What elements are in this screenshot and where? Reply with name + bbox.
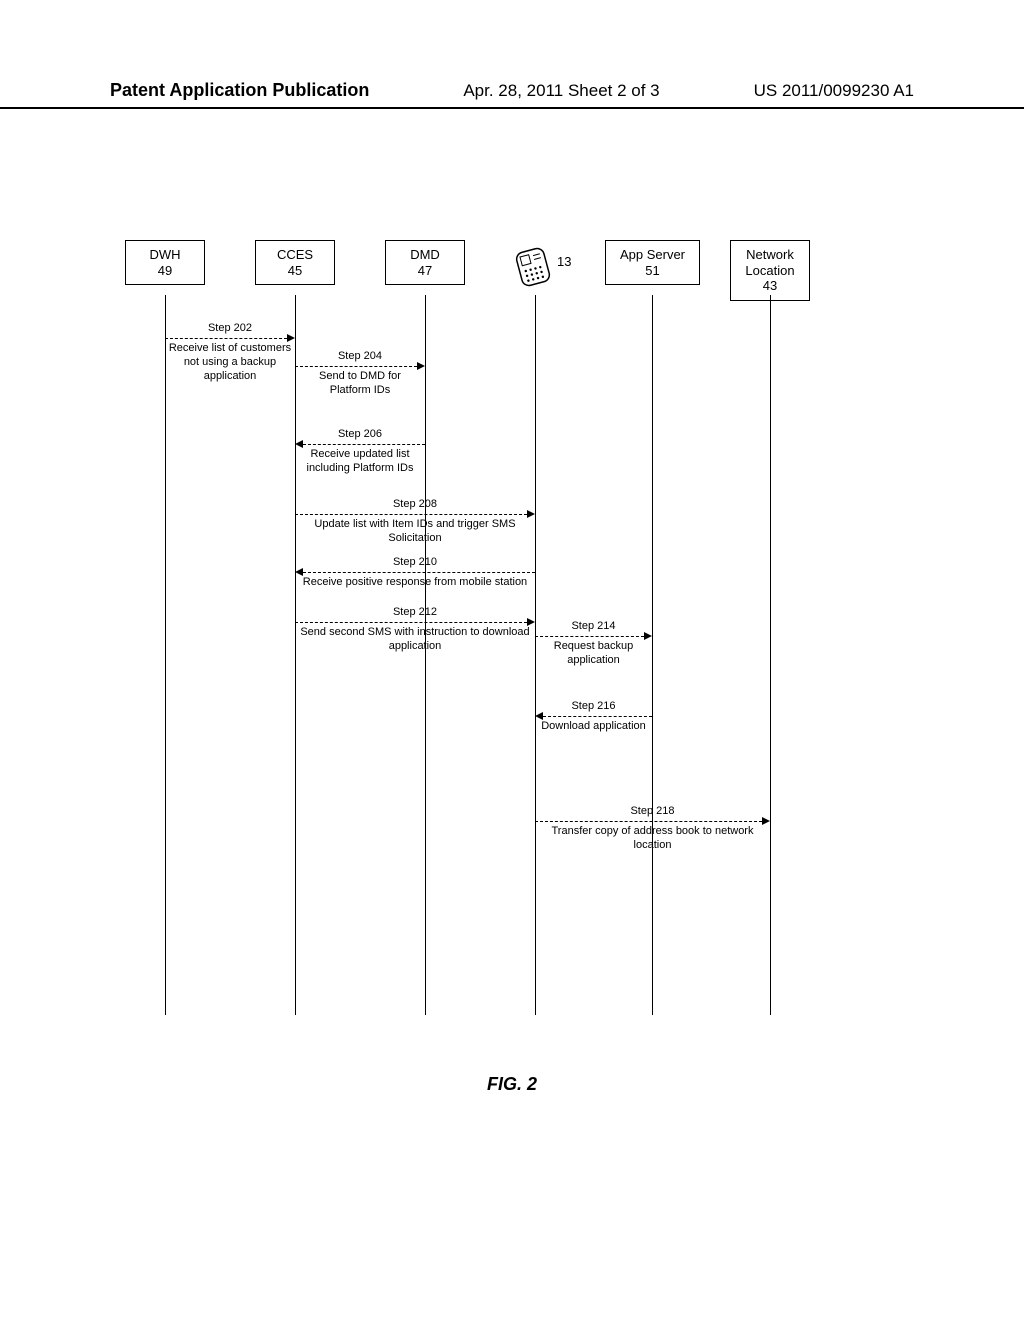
actor-cces-name: CCES — [260, 247, 330, 263]
actor-phone-id: 13 — [557, 254, 571, 269]
actor-dmd: DMD 47 — [385, 240, 465, 285]
step-218-title: Step 218 — [630, 805, 674, 819]
page: Patent Application Publication Apr. 28, … — [0, 0, 1024, 1320]
actor-app-server-id: 51 — [610, 263, 695, 279]
step-214: Step 214 Request backup application — [535, 620, 652, 636]
actor-app-server-name: App Server — [610, 247, 695, 263]
lifeline-dwh — [165, 295, 166, 1015]
step-218-desc: Transfer copy of address book to network… — [535, 825, 770, 853]
step-218: Step 218 Transfer copy of address book t… — [535, 805, 770, 821]
lifeline-dmd — [425, 295, 426, 1015]
page-header: Patent Application Publication Apr. 28, … — [0, 80, 1024, 109]
actor-dwh: DWH 49 — [125, 240, 205, 285]
actor-dmd-id: 47 — [390, 263, 460, 279]
step-206: Step 206 Receive updated list including … — [295, 428, 425, 444]
actor-netloc-name2: Location — [735, 263, 805, 279]
lifeline-appserver — [652, 295, 653, 1015]
lifeline-netloc — [770, 295, 771, 1015]
step-202-title: Step 202 — [208, 322, 252, 336]
step-208-title: Step 208 — [393, 498, 437, 512]
actor-app-server: App Server 51 — [605, 240, 700, 285]
sequence-diagram: DWH 49 CCES 45 DMD 47 13 App Server — [125, 240, 895, 1030]
step-216-title: Step 216 — [571, 700, 615, 714]
step-210: Step 210 Receive positive response from … — [295, 556, 535, 572]
sheet-date-label: Apr. 28, 2011 Sheet 2 of 3 — [463, 81, 659, 101]
figure-caption: FIG. 2 — [0, 1074, 1024, 1095]
step-214-title: Step 214 — [571, 620, 615, 634]
patent-pub-label: Patent Application Publication — [110, 80, 369, 101]
step-212-desc: Send second SMS with instruction to down… — [295, 626, 535, 654]
step-202: Step 202 Receive list of customers not u… — [165, 322, 295, 338]
step-212-title: Step 212 — [393, 606, 437, 620]
step-214-desc: Request backup application — [535, 640, 652, 668]
patent-number: US 2011/0099230 A1 — [754, 81, 914, 101]
actor-network-location: Network Location 43 — [730, 240, 810, 301]
step-212: Step 212 Send second SMS with instructio… — [295, 606, 535, 622]
step-208-desc: Update list with Item IDs and trigger SM… — [295, 518, 535, 546]
step-216: Step 216 Download application — [535, 700, 652, 716]
actor-cces: CCES 45 — [255, 240, 335, 285]
step-208: Step 208 Update list with Item IDs and t… — [295, 498, 535, 514]
actor-dmd-name: DMD — [390, 247, 460, 263]
step-210-desc: Receive positive response from mobile st… — [295, 576, 535, 590]
mobile-phone-icon — [513, 246, 555, 288]
lifeline-cces — [295, 295, 296, 1015]
step-216-desc: Download application — [535, 720, 652, 734]
actor-netloc-id: 43 — [735, 278, 805, 294]
actor-netloc-name1: Network — [735, 247, 805, 263]
step-206-title: Step 206 — [338, 428, 382, 442]
step-210-title: Step 210 — [393, 556, 437, 570]
step-202-desc: Receive list of customers not using a ba… — [165, 342, 295, 383]
actor-dwh-id: 49 — [130, 263, 200, 279]
actor-cces-id: 45 — [260, 263, 330, 279]
step-206-desc: Receive updated list including Platform … — [295, 448, 425, 476]
actor-dwh-name: DWH — [130, 247, 200, 263]
step-204: Step 204 Send to DMD for Platform IDs — [295, 350, 425, 366]
step-204-desc: Send to DMD for Platform IDs — [295, 370, 425, 398]
step-204-title: Step 204 — [338, 350, 382, 364]
